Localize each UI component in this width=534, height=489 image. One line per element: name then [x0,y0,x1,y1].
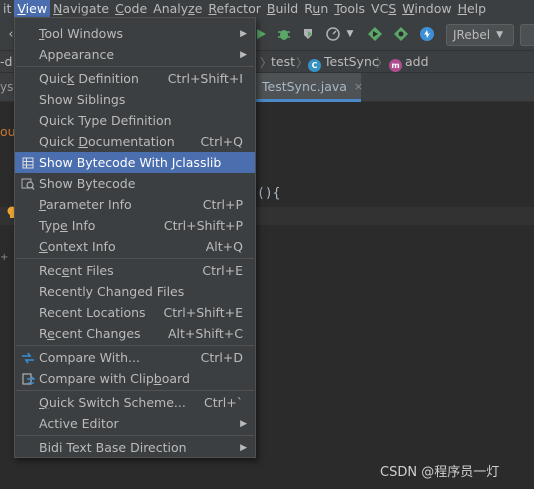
compare-icon [20,350,35,365]
menu-item-recently-changed-files[interactable]: Recently Changed Files [15,281,255,302]
menu-item-show-bytecode[interactable]: Show Bytecode [15,173,255,194]
submenu-arrow-icon: ▶ [240,442,247,453]
fold-marker-icon[interactable]: + [0,252,8,263]
menu-separator [16,258,254,259]
menu-item-recent-locations[interactable]: Recent Locations Ctrl+Shift+E [15,302,255,323]
breadcrumb-separator: 〉 [296,56,309,70]
menu-item-appearance[interactable]: Appearance ▶ [15,44,255,65]
menu-window[interactable]: Window [399,0,454,17]
menu-tools[interactable]: Tools [331,0,368,17]
jrebel-dropdown[interactable]: JRebel ▼ [446,24,514,46]
menu-edit-partial[interactable]: it [0,0,14,17]
debug-icon[interactable] [275,25,293,43]
menu-refactor[interactable]: Refactor [205,0,263,17]
menu-item-parameter-info[interactable]: Parameter Info Ctrl+P [15,194,255,215]
menu-item-bidi-text-direction[interactable]: Bidi Text Base Direction ▶ [15,437,255,458]
close-icon[interactable]: × [354,80,363,93]
menu-item-quick-definition[interactable]: Quick Definition Ctrl+Shift+I [15,68,255,89]
menu-item-compare-with[interactable]: Compare With... Ctrl+D [15,347,255,368]
menu-separator [16,390,254,391]
menu-build[interactable]: Build [264,0,301,17]
menu-item-recent-changes[interactable]: Recent Changes Alt+Shift+C [15,323,255,344]
menu-vcs[interactable]: VCS [368,0,399,17]
menu-item-recent-files[interactable]: Recent Files Ctrl+E [15,260,255,281]
menu-item-context-info[interactable]: Context Info Alt+Q [15,236,255,257]
class-icon: C [308,59,321,72]
menu-separator [16,345,254,346]
breadcrumb-item-method[interactable]: m add [389,54,429,72]
compare-clipboard-icon [20,371,35,386]
menu-item-active-editor[interactable]: Active Editor ▶ [15,413,255,434]
submenu-arrow-icon: ▶ [240,28,247,39]
breadcrumb-item-class[interactable]: C TestSync [308,54,379,72]
menu-view[interactable]: View [14,0,51,17]
menu-separator [16,435,254,436]
menu-run[interactable]: Run [301,0,331,17]
submenu-arrow-icon: ▶ [240,418,247,429]
menu-item-quick-type-definition[interactable]: Quick Type Definition [15,110,255,131]
menu-separator [16,66,254,67]
tab-partial[interactable]: ys [0,80,13,94]
jrebel-debug-icon[interactable] [392,25,410,43]
menu-item-type-info[interactable]: Type Info Ctrl+Shift+P [15,215,255,236]
view-menu-dropdown: Tool Windows ▶ Appearance ▶ Quick Defini… [14,17,256,458]
chevron-down-icon[interactable]: ▼ [341,25,359,43]
menu-item-quick-documentation[interactable]: Quick Documentation Ctrl+Q [15,131,255,152]
menu-navigate[interactable]: Navigate [50,0,112,17]
breadcrumb-item-package[interactable]: test [271,54,295,69]
breadcrumb-fragment: -d [0,54,13,69]
breadcrumb-separator: 〉 [376,56,389,70]
profiler-icon[interactable] [324,25,342,43]
bytecode-search-icon [20,176,35,191]
menu-item-compare-clipboard[interactable]: Compare with Clipboard [15,368,255,389]
bytecode-grid-icon [20,155,35,170]
menu-item-quick-switch-scheme[interactable]: Quick Switch Scheme... Ctrl+` [15,392,255,413]
menu-item-tool-windows[interactable]: Tool Windows ▶ [15,23,255,44]
jrebel-logo-icon[interactable] [418,25,436,43]
jrebel-run-icon[interactable] [366,25,384,43]
code-fragment: (){ [257,186,281,201]
tab-testsync-java[interactable]: TestSync.java × [255,73,363,102]
main-menu-bar: it View Navigate Code Analyze Refactor B… [0,0,534,17]
tab-label: TestSync.java [262,78,347,94]
toolbar-button-partial[interactable] [520,24,534,46]
menu-code[interactable]: Code [112,0,150,17]
method-icon: m [389,59,402,72]
menu-item-show-siblings[interactable]: Show Siblings [15,89,255,110]
menu-item-show-bytecode-jclasslib[interactable]: Show Bytecode With Jclasslib [15,152,255,173]
watermark: CSDN @程序员一灯 [380,465,500,480]
chevron-down-icon: ▼ [496,30,503,40]
submenu-arrow-icon: ▶ [240,49,247,60]
menu-help[interactable]: Help [455,0,490,17]
menu-analyze[interactable]: Analyze [150,0,205,17]
coverage-icon[interactable] [300,25,318,43]
